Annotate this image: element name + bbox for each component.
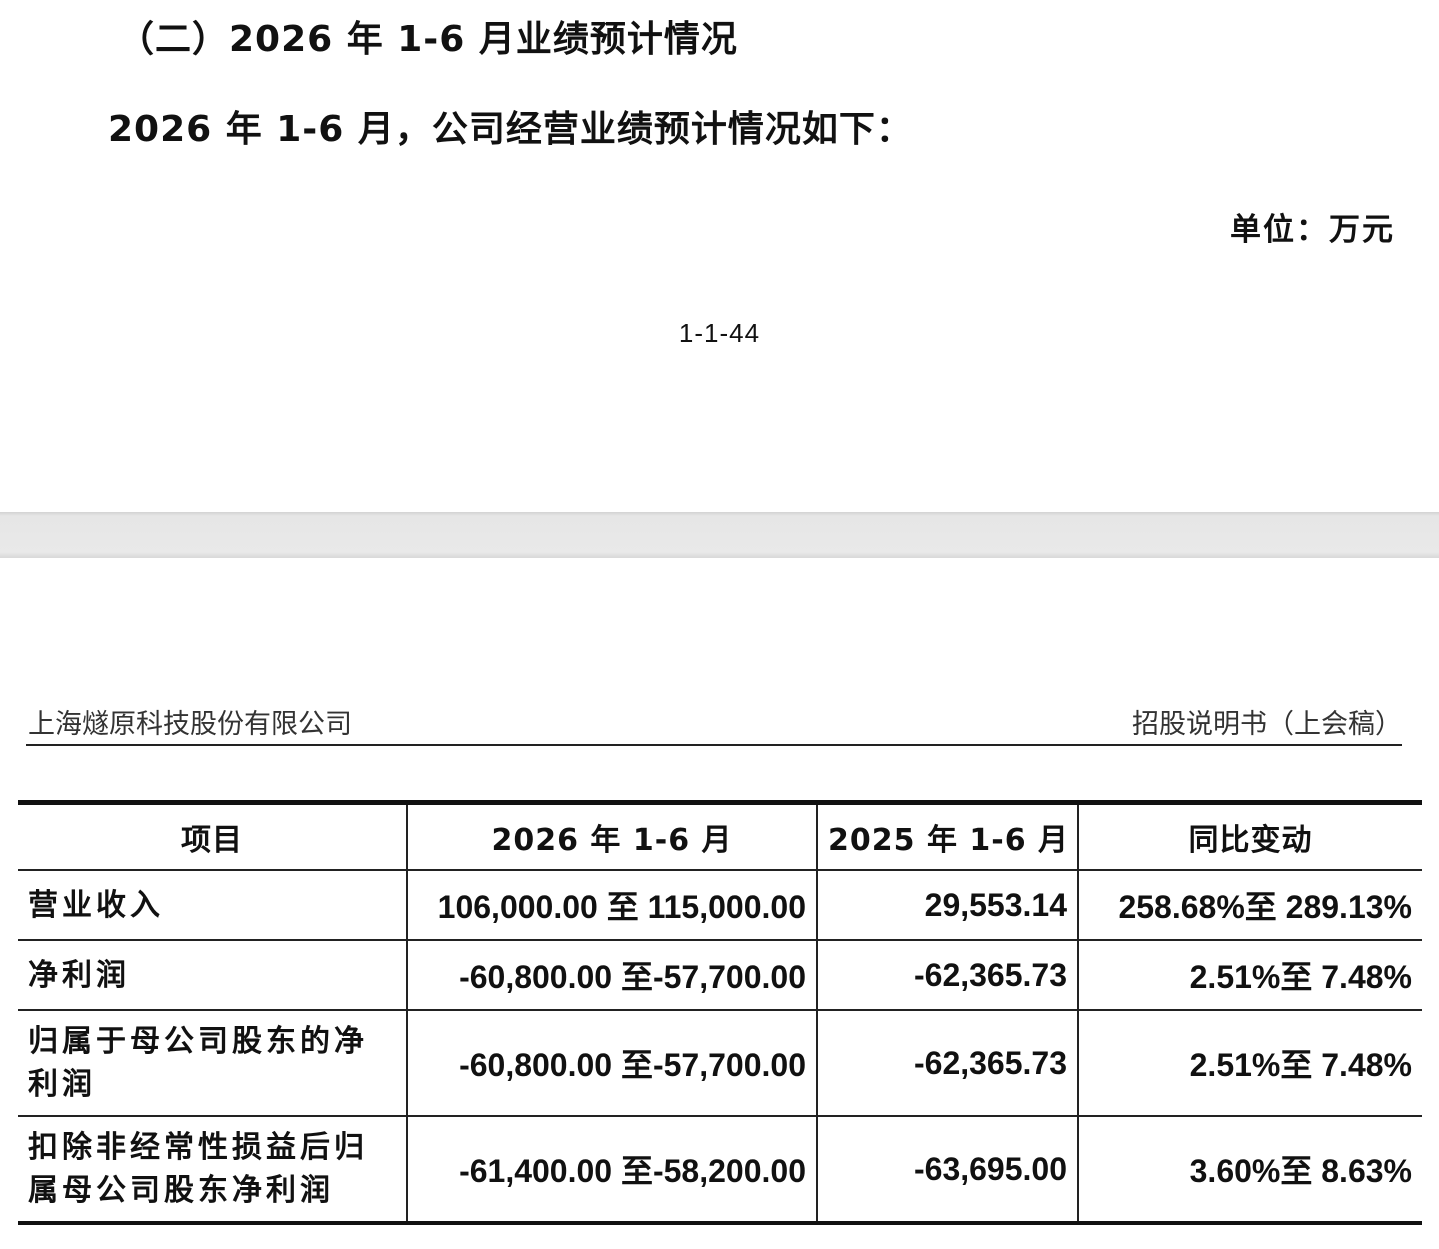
cell-2026-parent-net-profit: -60,800.00 至-57,700.00 xyxy=(406,1009,818,1117)
cell-yoy-net-profit: 2.51%至 7.48% xyxy=(1077,939,1422,1011)
table-row: 净利润 -60,800.00 至-57,700.00 -62,365.73 2.… xyxy=(18,939,1422,1011)
cell-2026-net-profit: -60,800.00 至-57,700.00 xyxy=(406,939,818,1011)
intro-paragraph: 2026 年 1-6 月，公司经营业绩预计情况如下： xyxy=(108,109,913,150)
header-item: 项目 xyxy=(18,800,408,871)
running-header: 上海燧原科技股份有限公司 招股说明书（上会稿） xyxy=(26,702,1402,746)
table-row: 归属于母公司股东的净利润 -60,800.00 至-57,700.00 -62,… xyxy=(18,1009,1422,1117)
header-2026-h1: 2026 年 1-6 月 xyxy=(406,800,818,871)
cell-yoy-parent-net-profit: 2.51%至 7.48% xyxy=(1077,1009,1422,1117)
cell-2026-adjusted-net-profit: -61,400.00 至-58,200.00 xyxy=(406,1115,818,1225)
document-page-upper: （二）2026 年 1-6 月业绩预计情况 2026 年 1-6 月，公司经营业… xyxy=(0,0,1439,512)
row-label-revenue: 营业收入 xyxy=(18,869,408,941)
cell-2025-revenue: 29,553.14 xyxy=(816,869,1079,941)
page-separator xyxy=(0,512,1439,558)
table-row: 扣除非经常性损益后归属母公司股东净利润 -61,400.00 至-58,200.… xyxy=(18,1115,1422,1225)
row-label-adjusted-net-profit: 扣除非经常性损益后归属母公司股东净利润 xyxy=(18,1115,408,1225)
results-forecast-table: 项目 2026 年 1-6 月 2025 年 1-6 月 同比变动 营业收入 1… xyxy=(18,800,1422,1225)
header-2025-h1: 2025 年 1-6 月 xyxy=(816,800,1079,871)
cell-yoy-adjusted-net-profit: 3.60%至 8.63% xyxy=(1077,1115,1422,1225)
cell-2025-parent-net-profit: -62,365.73 xyxy=(816,1009,1079,1117)
table-row: 营业收入 106,000.00 至 115,000.00 29,553.14 2… xyxy=(18,869,1422,941)
section-heading: （二）2026 年 1-6 月业绩预计情况 xyxy=(118,19,738,60)
header-yoy-change: 同比变动 xyxy=(1077,800,1422,871)
page-number: 1-1-44 xyxy=(678,318,761,348)
table-header-row: 项目 2026 年 1-6 月 2025 年 1-6 月 同比变动 xyxy=(18,800,1422,871)
row-label-parent-net-profit: 归属于母公司股东的净利润 xyxy=(18,1009,408,1117)
unit-label: 单位：万元 xyxy=(1230,212,1395,248)
cell-2025-adjusted-net-profit: -63,695.00 xyxy=(816,1115,1079,1225)
cell-2026-revenue: 106,000.00 至 115,000.00 xyxy=(406,869,818,941)
company-name: 上海燧原科技股份有限公司 xyxy=(28,709,352,740)
document-title: 招股说明书（上会稿） xyxy=(1132,709,1402,740)
cell-2025-net-profit: -62,365.73 xyxy=(816,939,1079,1011)
cell-yoy-revenue: 258.68%至 289.13% xyxy=(1077,869,1422,941)
row-label-net-profit: 净利润 xyxy=(18,939,408,1011)
